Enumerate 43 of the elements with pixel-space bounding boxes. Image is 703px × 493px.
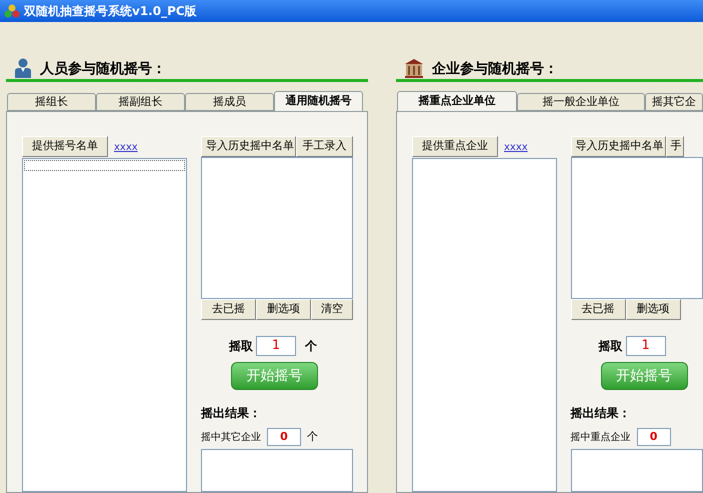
action-button[interactable]: 去已摇 — [570, 299, 626, 320]
draw-label: 摇取 — [229, 338, 253, 355]
result-label: 摇中其它企业 — [201, 430, 261, 444]
tab[interactable]: 摇副组长 — [96, 93, 185, 111]
tab[interactable]: 摇一般企业单位 — [516, 93, 646, 111]
result-label: 摇中重点企业 — [570, 430, 631, 444]
result-list[interactable] — [570, 449, 703, 492]
import-button[interactable]: 导入历史摇中名单 — [201, 136, 296, 157]
tab[interactable]: 摇成员 — [185, 93, 274, 111]
action-button[interactable]: 删选项 — [256, 299, 311, 320]
unit-label: 个 — [307, 428, 318, 445]
result-title: 摇出结果： — [570, 405, 632, 422]
action-button[interactable]: 删选项 — [626, 299, 681, 320]
result-list[interactable] — [201, 449, 353, 492]
import-button[interactable]: 导入历史摇中名单 — [570, 136, 666, 157]
section-title: 人员参与随机摇号： — [40, 62, 166, 78]
window-title: 双随机抽查摇号系统v1.0_PC版 — [24, 3, 197, 20]
result-count-field[interactable]: 0 — [636, 428, 671, 446]
import-button[interactable]: 手工录入 — [296, 136, 353, 157]
tab[interactable]: 摇重点企业单位 — [397, 91, 517, 111]
tab[interactable]: 通用随机摇号 — [274, 91, 363, 111]
action-button[interactable]: 清空 — [311, 299, 353, 320]
import-button[interactable]: 手 — [666, 136, 684, 157]
history-list[interactable] — [570, 157, 703, 299]
name-list[interactable] — [22, 158, 187, 492]
link[interactable]: xxxx — [114, 140, 138, 157]
app-icon — [4, 4, 20, 18]
building-icon — [404, 58, 424, 78]
tab[interactable]: 摇其它企 — [645, 93, 703, 111]
draw-count-field[interactable]: 1 — [256, 336, 296, 356]
link[interactable]: xxxx — [504, 140, 528, 157]
draw-count-field[interactable]: 1 — [626, 336, 666, 356]
history-list[interactable] — [201, 157, 353, 299]
draw-label: 摇取 — [598, 338, 623, 355]
list-button[interactable]: 提供摇号名单 — [22, 136, 108, 157]
list-button[interactable]: 提供重点企业 — [412, 136, 498, 157]
unit-label: 个 — [305, 338, 317, 355]
person-icon — [14, 58, 32, 78]
tab[interactable]: 摇组长 — [7, 93, 96, 111]
action-button[interactable]: 去已摇 — [201, 299, 256, 320]
result-count-field[interactable]: 0 — [267, 428, 301, 446]
result-title: 摇出结果： — [201, 405, 262, 422]
section-title: 企业参与随机摇号： — [432, 62, 558, 78]
